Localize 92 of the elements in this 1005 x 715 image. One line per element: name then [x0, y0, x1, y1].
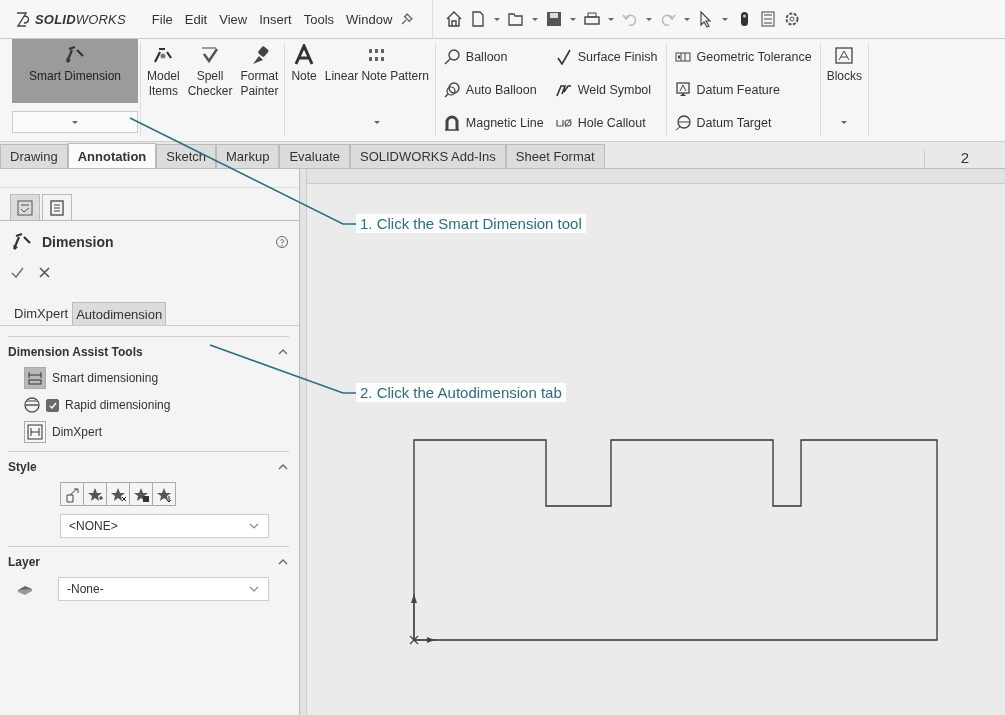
- menu-item[interactable]: File: [145, 7, 179, 31]
- ribbon-tab[interactable]: SOLIDWORKS Add-Ins: [350, 144, 506, 168]
- panel-view-tab[interactable]: [10, 194, 40, 220]
- caret-icon: [531, 16, 540, 22]
- checkmark-icon: [47, 400, 58, 410]
- caret-icon: [607, 16, 616, 22]
- chevron-icon: [277, 462, 289, 472]
- ribbon-tool-button[interactable]: Weld Symbol: [555, 80, 658, 100]
- origin-icon: [409, 593, 436, 645]
- balloon-icon: [443, 49, 460, 66]
- section-title: Style: [8, 460, 37, 474]
- ribbon-tool-button[interactable]: Linear Note Pattern: [320, 39, 433, 84]
- style-button[interactable]: [83, 482, 107, 506]
- caret-icon: [645, 16, 654, 22]
- app-logo: SOLIDWORKS: [35, 11, 126, 27]
- style-button[interactable]: [106, 482, 130, 506]
- ribbon-tab[interactable]: Markup: [216, 144, 280, 168]
- chevron-icon: [277, 557, 289, 567]
- menu-item[interactable]: Window: [340, 7, 399, 31]
- menu-item[interactable]: Insert: [253, 7, 298, 31]
- chevron-icon: [277, 347, 289, 357]
- menu-item[interactable]: Tools: [297, 7, 341, 31]
- ribbon-tool-button[interactable]: Smart Dimension: [12, 39, 138, 103]
- help-icon: [275, 235, 289, 249]
- callout-text: 2. Click the Autodimension tab: [356, 383, 566, 402]
- list-icon: [759, 10, 778, 28]
- section-title: Dimension Assist Tools: [8, 345, 143, 359]
- save-icon: [545, 10, 564, 28]
- logo-icon: [14, 10, 32, 28]
- ribbon-tab[interactable]: Evaluate: [279, 144, 350, 168]
- caret-icon: [569, 16, 578, 22]
- layer-dropdown[interactable]: -None-: [58, 577, 269, 601]
- tree-icon: [17, 199, 33, 216]
- print-icon: [583, 10, 602, 28]
- ribbon-tool-button[interactable]: Datum Target: [674, 112, 812, 133]
- block-icon: [833, 44, 856, 66]
- caret-icon: [372, 119, 381, 125]
- tool-toggle-button[interactable]: [24, 367, 46, 389]
- tool-toggle-button[interactable]: [24, 421, 46, 443]
- caret-icon: [493, 16, 502, 22]
- sheet-zone-label: 2: [924, 149, 1005, 168]
- checkbox-label: Rapid dimensioning: [65, 398, 171, 412]
- close-icon: [37, 265, 52, 280]
- magnet-icon: [443, 114, 460, 131]
- datum-target-icon: [674, 114, 691, 131]
- style-dropdown[interactable]: <NONE>: [60, 514, 269, 538]
- ribbon-tool-button[interactable]: Geometric Tolerance: [674, 47, 812, 68]
- ribbon-tab[interactable]: Sketch: [156, 144, 217, 168]
- ribbon-tool-button[interactable]: Spell Checker: [183, 39, 237, 99]
- chevron-down-icon: [248, 521, 260, 531]
- home-icon: [445, 10, 464, 28]
- ribbon-tool-button[interactable]: Auto Balloon: [443, 80, 544, 100]
- balloons-icon: [443, 82, 460, 98]
- tool-label: Smart dimensioning: [52, 371, 159, 385]
- weld-symbol-icon: [555, 82, 572, 98]
- callout-text: 1. Click the Smart Dimension tool: [356, 214, 586, 233]
- caret-icon: [840, 119, 849, 125]
- style-button[interactable]: [152, 482, 176, 506]
- dimension-line-icon: [27, 370, 43, 386]
- menu-item[interactable]: Edit: [178, 7, 214, 31]
- ribbon-tab[interactable]: Sheet Format: [505, 144, 605, 168]
- dimension-line-icon: [27, 424, 43, 440]
- blocks-button[interactable]: Blocks: [822, 39, 866, 84]
- ribbon-tool-button[interactable]: Surface Finish: [555, 47, 658, 68]
- ribbon-tool-button[interactable]: Balloon: [443, 47, 544, 68]
- style-star-icon: [63, 485, 81, 503]
- ribbon-tool-button[interactable]: Note: [287, 39, 321, 84]
- rapid-dimension-icon: [24, 397, 40, 413]
- ribbon-tab[interactable]: Annotation: [67, 143, 157, 168]
- property-list-icon: [49, 199, 65, 216]
- caret-icon: [71, 119, 79, 125]
- ribbon-tool-button[interactable]: Hole Callout: [555, 112, 658, 133]
- checkmark-icon: [10, 265, 25, 280]
- ribbon-tab[interactable]: Drawing: [0, 144, 68, 168]
- panel-title: Dimension: [42, 234, 115, 250]
- folder-icon: [507, 10, 526, 28]
- caret-icon: [721, 16, 730, 22]
- surface-finish-icon: [555, 49, 572, 66]
- style-button[interactable]: [129, 482, 153, 506]
- panel-view-tab[interactable]: [42, 194, 72, 220]
- ribbon-tool-button[interactable]: Magnetic Line: [443, 112, 544, 133]
- ribbon-tool-button[interactable]: Model Items: [143, 39, 184, 99]
- caret-icon: [683, 16, 692, 22]
- menu-item[interactable]: View: [213, 7, 254, 31]
- chevron-down-icon: [248, 584, 260, 594]
- datum-feature-icon: [674, 82, 691, 98]
- section-title: Layer: [8, 555, 41, 569]
- tool-label: DimXpert: [52, 425, 102, 439]
- checkbox[interactable]: [46, 398, 59, 412]
- ribbon-tool-button[interactable]: Format Painter: [236, 39, 283, 99]
- ribbon-tool-button[interactable]: Datum Feature: [674, 80, 812, 100]
- panel-tab[interactable]: Autodimension: [72, 302, 167, 325]
